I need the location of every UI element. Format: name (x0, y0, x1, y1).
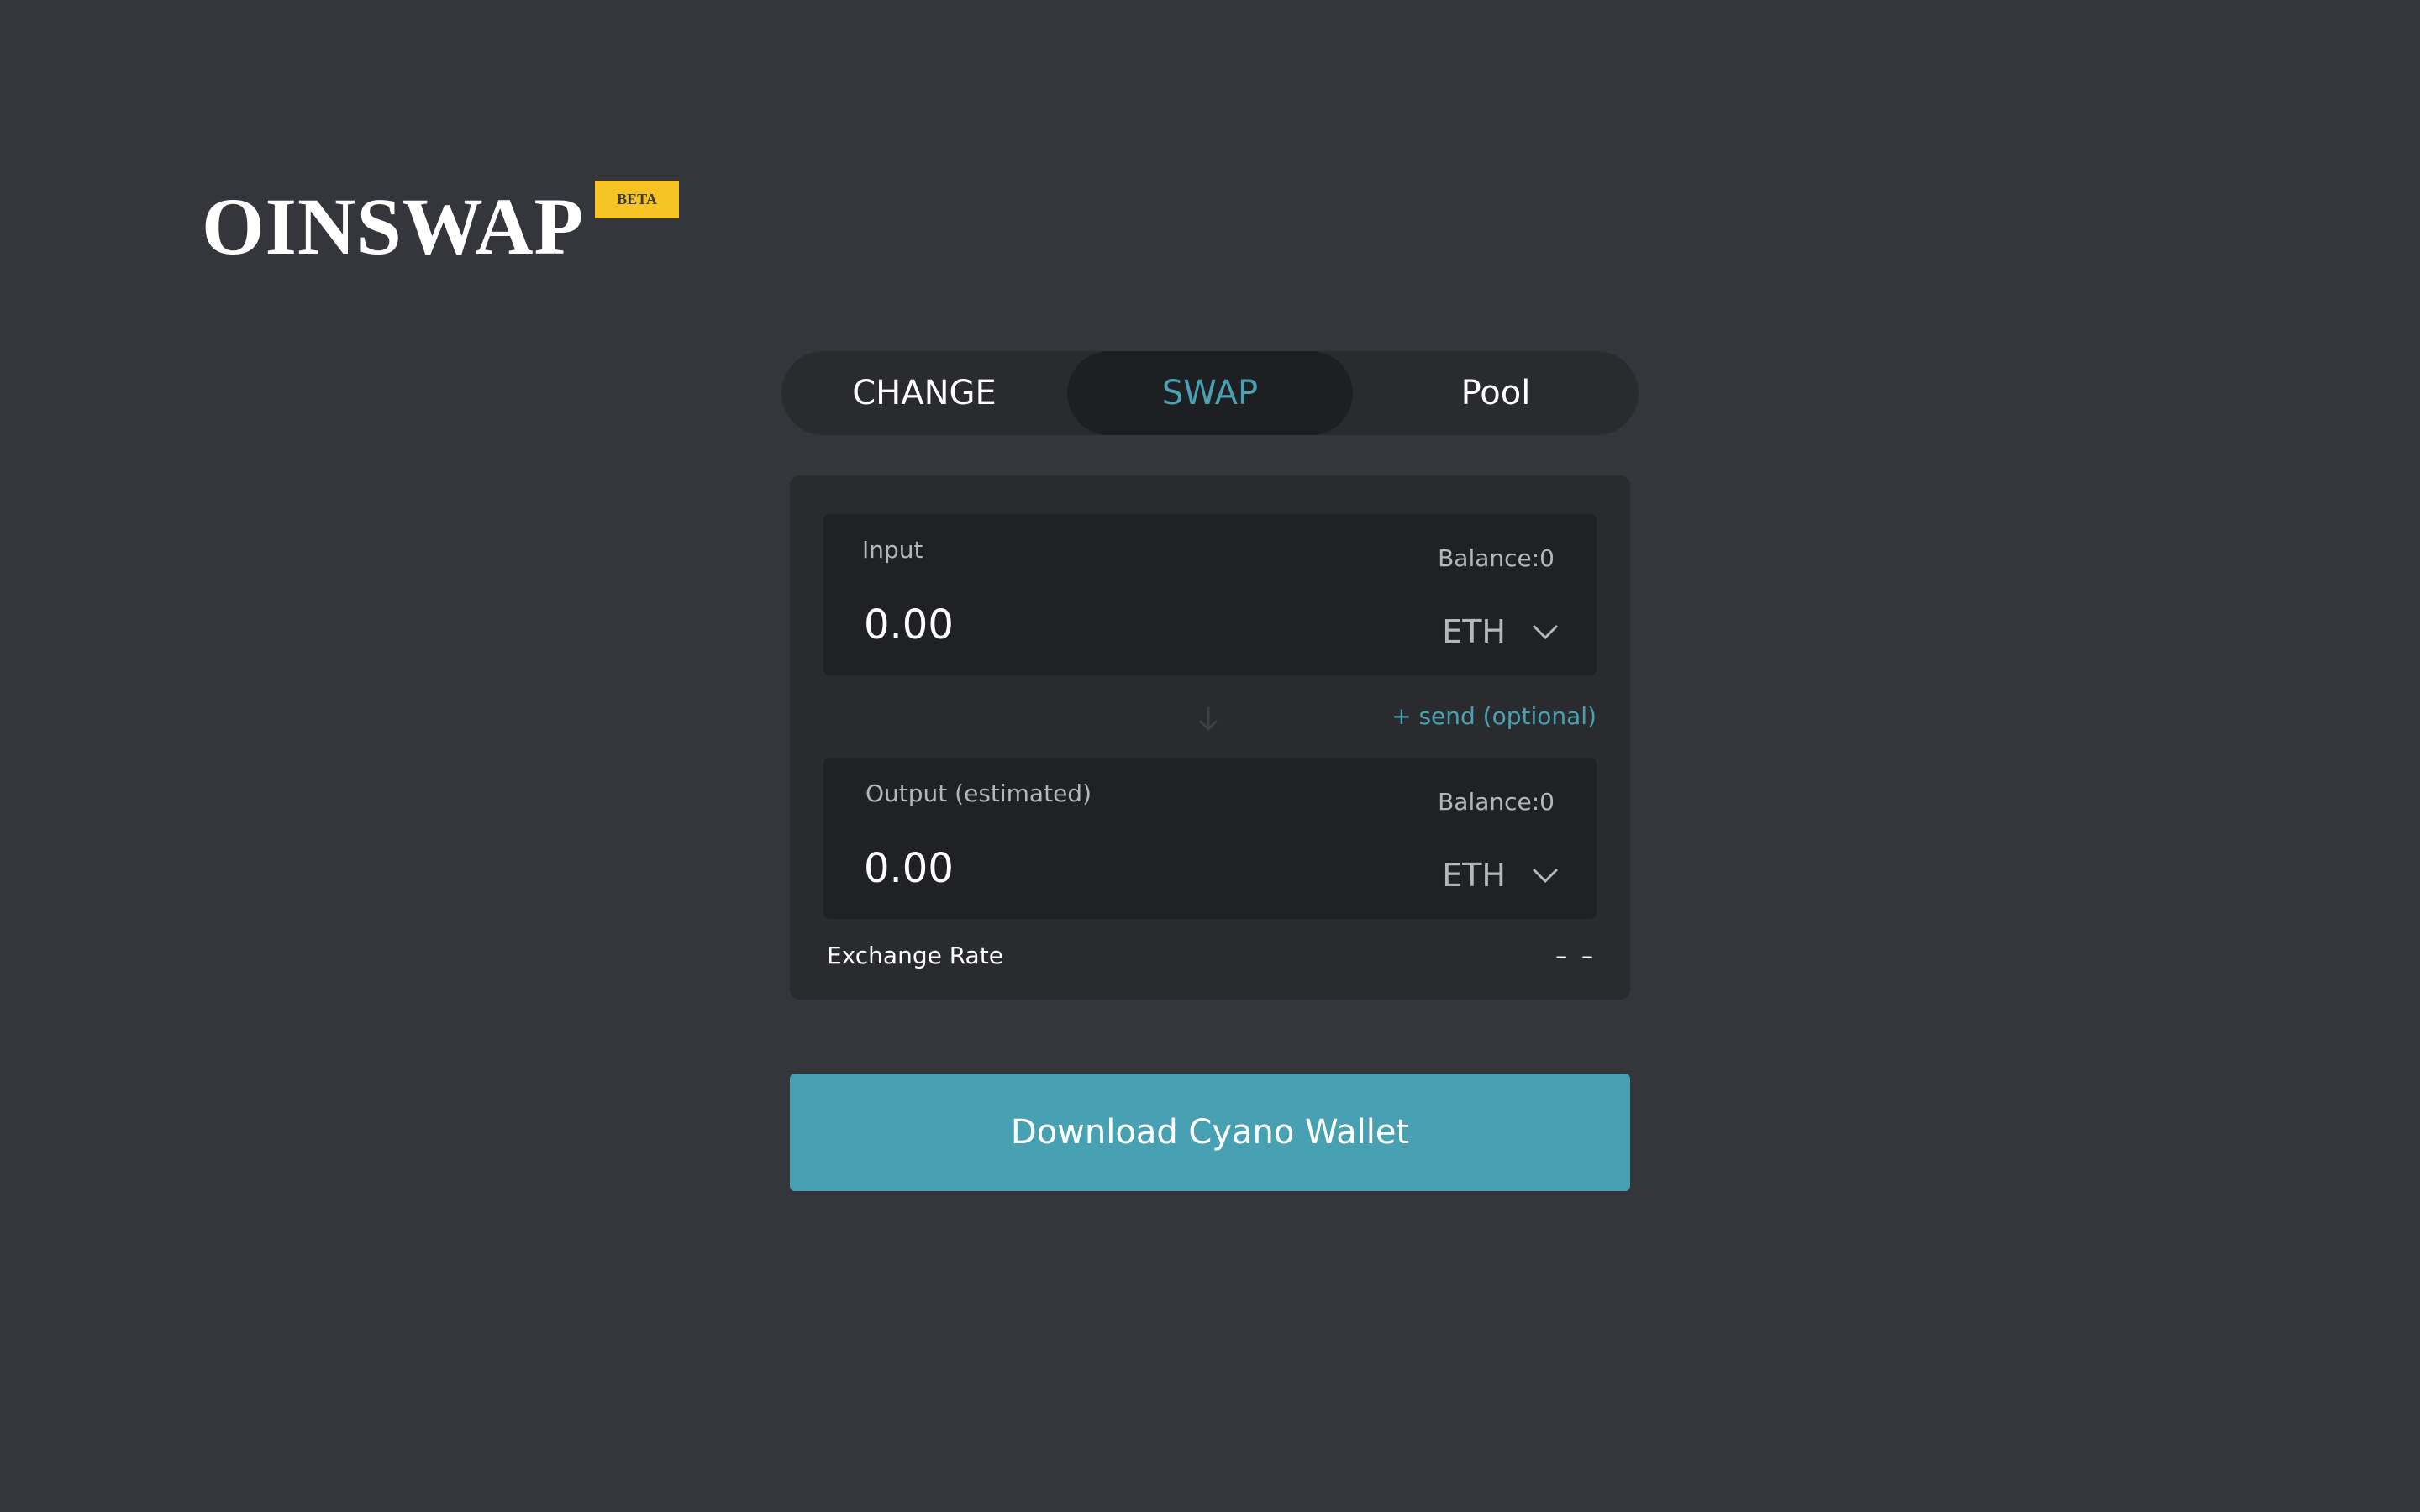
input-token-select[interactable]: ETH (1442, 613, 1560, 650)
mode-tabs: CHANGE SWAP Pool (781, 351, 1639, 435)
swap-page: OINSWAP BETA CHANGE SWAP Pool Input Bala… (0, 0, 2420, 1512)
arrow-down-icon[interactable] (1196, 702, 1221, 736)
swap-card: Input Balance:0 ETH + send (optional) Ou… (790, 475, 1630, 1000)
tab-change[interactable]: CHANGE (781, 351, 1067, 435)
chevron-down-icon (1532, 624, 1559, 640)
input-amount-field[interactable] (864, 601, 1284, 648)
download-cyano-wallet-button[interactable]: Download Cyano Wallet (790, 1074, 1630, 1191)
output-panel: Output (estimated) Balance:0 ETH (823, 758, 1597, 919)
output-token-name: ETH (1442, 857, 1506, 894)
output-balance: Balance:0 (1438, 788, 1555, 816)
input-balance: Balance:0 (1438, 544, 1555, 572)
output-amount-field[interactable] (864, 845, 1284, 892)
tab-pool[interactable]: Pool (1353, 351, 1639, 435)
exchange-rate-label: Exchange Rate (827, 942, 1003, 969)
chevron-down-icon (1532, 868, 1559, 884)
exchange-rate-value: – – (1555, 942, 1597, 969)
tab-swap[interactable]: SWAP (1067, 351, 1353, 435)
input-panel: Input Balance:0 ETH (823, 514, 1597, 675)
output-label: Output (estimated) (865, 780, 1092, 807)
input-token-name: ETH (1442, 613, 1506, 650)
logo[interactable]: OINSWAP (202, 186, 584, 267)
input-label: Input (862, 536, 923, 564)
beta-badge: BETA (595, 181, 679, 218)
output-token-select[interactable]: ETH (1442, 857, 1560, 894)
send-optional-link[interactable]: + send (optional) (1392, 702, 1597, 730)
